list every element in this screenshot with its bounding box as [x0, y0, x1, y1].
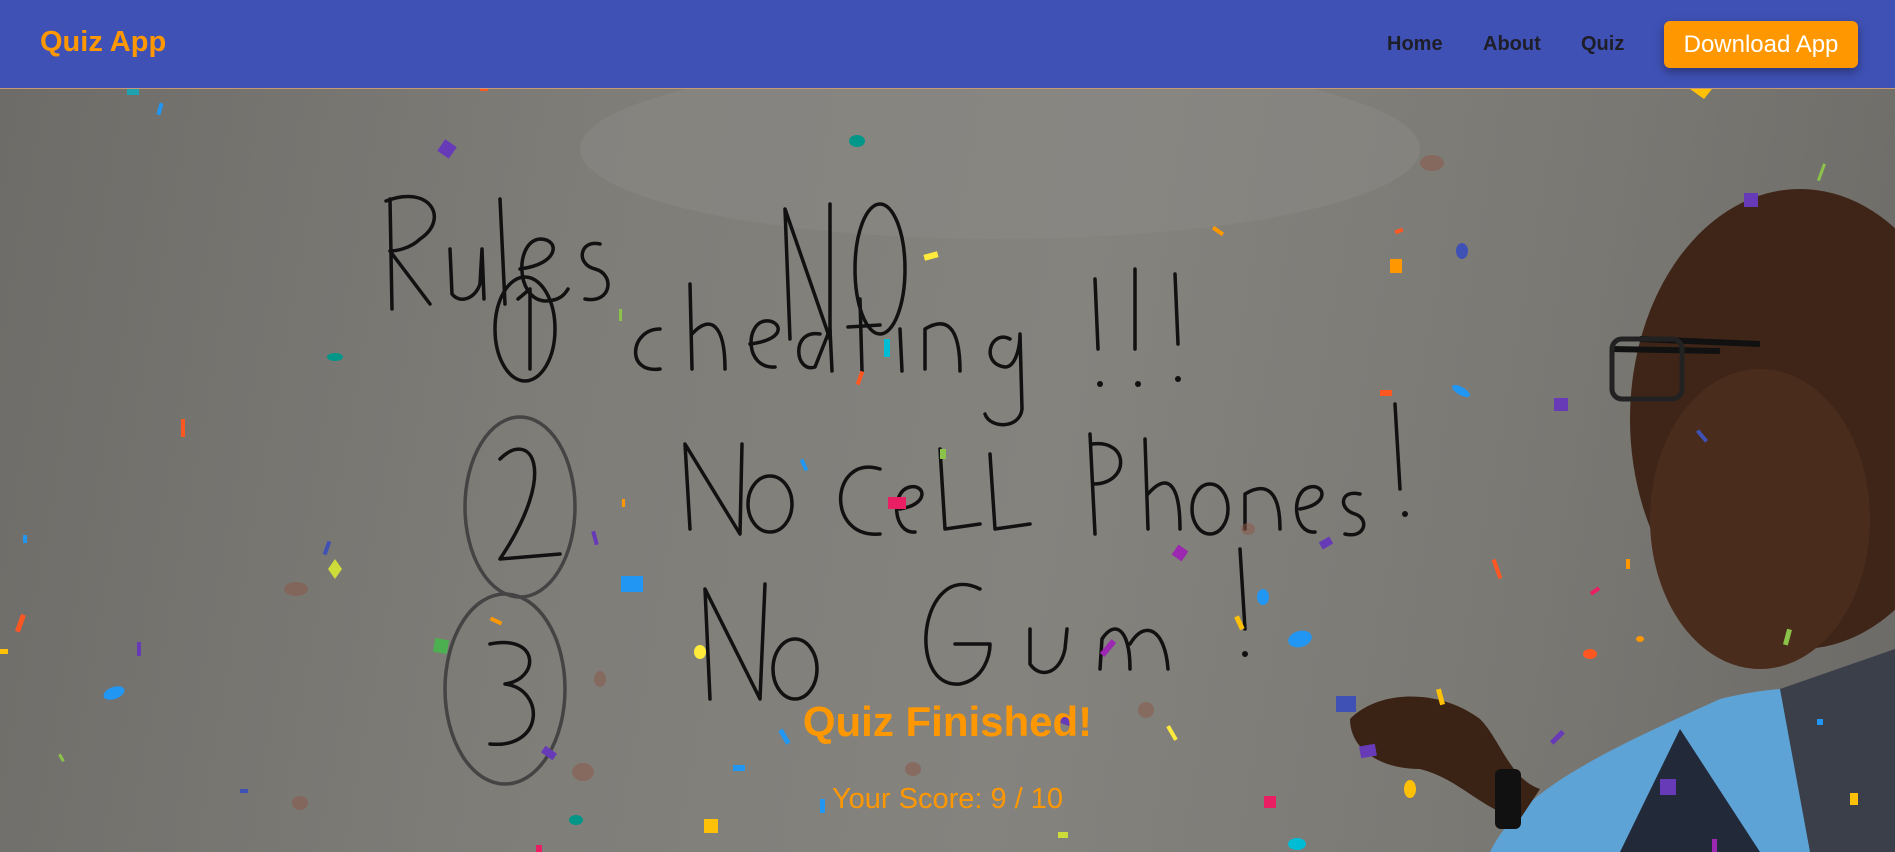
score-text: Your Score: 9 / 10: [831, 783, 1064, 815]
nav-about[interactable]: About: [1483, 33, 1541, 56]
download-app-button[interactable]: Download App: [1664, 21, 1858, 68]
quiz-finished-heading: Quiz Finished!: [802, 698, 1093, 745]
hero-background: Quiz Finished! Your Score: 9 / 10: [0, 89, 1895, 852]
nav-home[interactable]: Home: [1387, 33, 1443, 56]
brand-logo[interactable]: Quiz App: [40, 26, 166, 59]
nav-quiz[interactable]: Quiz: [1581, 33, 1624, 56]
navbar: Quiz App Home About Quiz Download App: [0, 0, 1895, 89]
